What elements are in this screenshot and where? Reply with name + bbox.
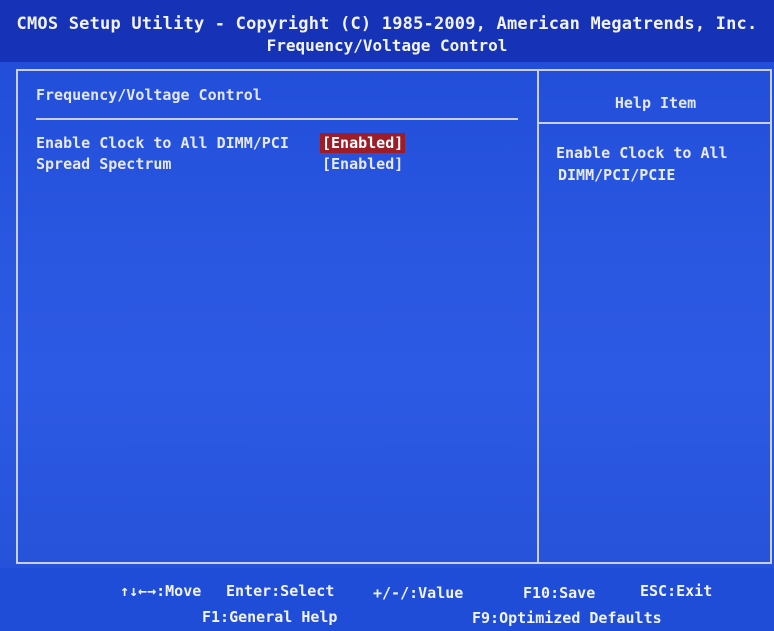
title-bar: CMOS Setup Utility - Copyright (C) 1985-… bbox=[0, 0, 774, 62]
setting-label: Enable Clock to All DIMM/PCI bbox=[36, 134, 289, 152]
help-line: DIMM/PCI/PCIE bbox=[558, 166, 676, 184]
setting-value-spread-spectrum[interactable]: [Enabled] bbox=[320, 154, 405, 174]
app-title: CMOS Setup Utility - Copyright (C) 1985-… bbox=[16, 14, 758, 34]
panel-divider bbox=[537, 69, 539, 564]
setting-row-enable-clock[interactable]: Enable Clock to All DIMM/PCI [Enabled] bbox=[36, 133, 516, 154]
key-value: +/-/:Value bbox=[373, 584, 464, 602]
key-general-help: F1:General Help bbox=[202, 608, 338, 626]
section-underline bbox=[36, 118, 518, 120]
help-line: Enable Clock to All bbox=[556, 144, 728, 162]
setting-row-spread-spectrum[interactable]: Spread Spectrum [Enabled] bbox=[36, 155, 516, 175]
key-exit: ESC:Exit bbox=[640, 582, 713, 600]
key-move: ↑↓←→:Move bbox=[120, 582, 202, 600]
key-select: Enter:Select bbox=[226, 582, 335, 600]
section-title: Frequency/Voltage Control bbox=[36, 86, 262, 104]
setting-label: Spread Spectrum bbox=[36, 155, 172, 173]
help-title-separator bbox=[539, 122, 772, 124]
setting-value-enable-clock[interactable]: [Enabled] bbox=[320, 133, 406, 153]
key-save: F10:Save bbox=[523, 584, 596, 602]
help-text: Enable Clock to All DIMM/PCI/PCIE bbox=[556, 142, 756, 186]
page-title: Frequency/Voltage Control bbox=[266, 36, 508, 55]
help-title: Help Item bbox=[614, 94, 697, 112]
key-help-footer: ↑↓←→:Move Enter:Select +/-/:Value F10:Sa… bbox=[0, 568, 774, 631]
key-optimized-defaults: F9:Optimized Defaults bbox=[472, 609, 662, 627]
bios-screen: CMOS Setup Utility - Copyright (C) 1985-… bbox=[0, 0, 774, 631]
